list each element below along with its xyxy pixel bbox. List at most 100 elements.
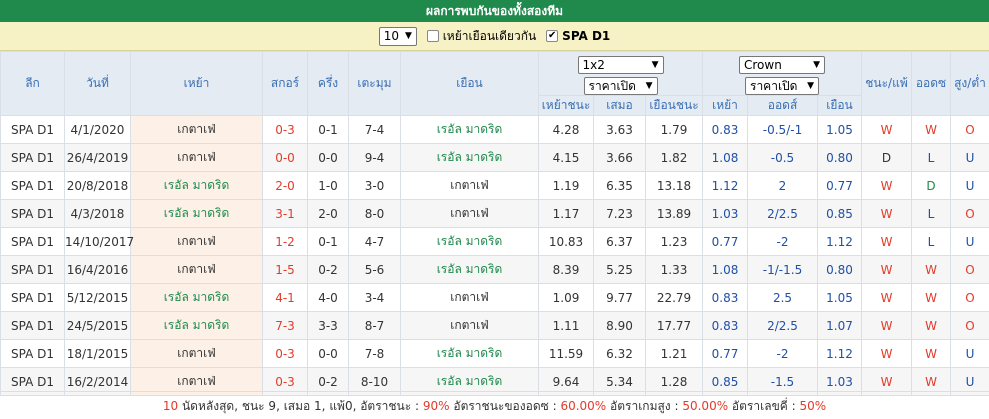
summary-win-rate: 90% <box>422 399 450 413</box>
cell-ah-home: 1.03 <box>702 199 748 228</box>
cell-score[interactable]: 7-3 <box>262 311 308 340</box>
cell-ah-odds: 2/2.5 <box>747 311 818 340</box>
cell-score[interactable]: 1-2 <box>262 227 308 256</box>
summary-odds-rate: 60.00% <box>560 399 607 413</box>
cell-home[interactable]: เรอัล มาดริด <box>130 199 263 228</box>
ah-bookmaker-select[interactable]: Crown ▼ <box>739 56 825 74</box>
match-count-select[interactable]: 10 ▼ <box>378 26 417 46</box>
cell-odds-away-win: 1.82 <box>645 143 703 172</box>
cell-score[interactable]: 3-1 <box>262 199 308 228</box>
ah-group-header: Crown ▼ ราคาเปิด ▼ <box>702 51 862 96</box>
summary-count: 10 <box>162 399 179 413</box>
chevron-down-icon: ▼ <box>807 81 814 91</box>
summary-odd-rate: 50% <box>799 399 827 413</box>
cell-ah-odds: -0.5 <box>747 143 818 172</box>
cell-league: SPA D1 <box>0 143 65 172</box>
cell-odds-away-win: 17.77 <box>645 311 703 340</box>
cell-away[interactable]: เรอัล มาดริด <box>400 143 539 172</box>
cell-ah-odds: -0.5/-1 <box>747 115 818 144</box>
cell-odds-draw: 8.90 <box>593 311 646 340</box>
col-over-under: สูง/ต่ำ <box>950 51 989 116</box>
cell-ah-odds: -1/-1.5 <box>747 255 818 284</box>
col-league: ลีก <box>0 51 65 116</box>
cell-odds-away-win: 1.23 <box>645 227 703 256</box>
cell-home[interactable]: เกตาเฟ่ <box>130 143 263 172</box>
cell-away[interactable]: เกตาเฟ่ <box>400 283 539 312</box>
cell-ah-home: 1.08 <box>702 255 748 284</box>
cell-odds-home-win: 1.09 <box>538 283 594 312</box>
cell-ah-home: 0.83 <box>702 115 748 144</box>
cell-home[interactable]: เกตาเฟ่ <box>130 227 263 256</box>
cell-away[interactable]: เกตาเฟ่ <box>400 171 539 200</box>
cell-score[interactable]: 2-0 <box>262 171 308 200</box>
cell-odds-draw: 3.66 <box>593 143 646 172</box>
cell-score[interactable]: 0-0 <box>262 143 308 172</box>
same-home-away-toggle[interactable]: เหย้าเยือนเดียวกัน <box>426 27 536 46</box>
cell-half: 0-1 <box>307 227 349 256</box>
cell-home[interactable]: เรอัล มาดริด <box>130 171 263 200</box>
ah-price-select[interactable]: ราคาเปิด ▼ <box>745 77 819 95</box>
odds-type-value: 1x2 <box>582 58 605 72</box>
cell-corner: 8-7 <box>348 311 401 340</box>
table-row: SPA D1 24/5/2015 เรอัล มาดริด 7-3 3-3 8-7 เกตา… <box>0 311 989 340</box>
cell-ah-odds: -2 <box>747 227 818 256</box>
checkbox-icon[interactable] <box>426 30 439 42</box>
cell-odds-draw: 3.63 <box>593 115 646 144</box>
cell-odds-home-win: 4.15 <box>538 143 594 172</box>
odds-group-header: 1x2 ▼ ราคาเปิด ▼ <box>538 51 703 96</box>
cell-ah-away: 0.77 <box>817 171 862 200</box>
cell-league: SPA D1 <box>0 311 65 340</box>
cell-away[interactable]: เกตาเฟ่ <box>400 311 539 340</box>
cell-odds-draw: 6.32 <box>593 339 646 368</box>
cell-corner: 7-4 <box>348 115 401 144</box>
summary-text-3: อัตราเกมสูง : <box>606 399 683 413</box>
cell-corner: 3-4 <box>348 283 401 312</box>
cell-score[interactable]: 0-3 <box>262 339 308 368</box>
cell-ah-away: 1.05 <box>817 115 862 144</box>
chevron-down-icon: ▼ <box>651 60 659 70</box>
cell-over-under: O <box>950 255 989 284</box>
cell-odds-away-win: 13.89 <box>645 199 703 228</box>
cell-ah-home: 1.08 <box>702 143 748 172</box>
cell-away[interactable]: เรอัล มาดริด <box>400 255 539 284</box>
cell-score[interactable]: 0-3 <box>262 115 308 144</box>
odds-type-select[interactable]: 1x2 ▼ <box>577 56 664 74</box>
cell-win-lose: W <box>861 171 912 200</box>
cell-date: 20/8/2018 <box>64 171 131 200</box>
table-row: SPA D1 4/3/2018 เรอัล มาดริด 3-1 2-0 8-0 เกตาเ… <box>0 199 989 228</box>
col-away: เยือน <box>400 51 539 116</box>
table-row: SPA D1 16/4/2016 เกตาเฟ่ 1-5 0-2 5-6 เรอัล มาด… <box>0 255 989 284</box>
cell-date: 18/1/2015 <box>64 339 131 368</box>
col-odds-away-win: เยือนชนะ <box>645 95 703 116</box>
cell-away[interactable]: เรอัล มาดริด <box>400 339 539 368</box>
col-win-lose: ชนะ/แพ้ <box>861 51 912 116</box>
cell-away[interactable]: เรอัล มาดริด <box>400 227 539 256</box>
h2h-table: ลีก วันที่ เหย้า สกอร์ ครึ่ง เตะมุม เยือ… <box>0 51 989 396</box>
cell-score[interactable]: 1-5 <box>262 255 308 284</box>
cell-odds-draw: 9.77 <box>593 283 646 312</box>
cell-ah-home: 0.77 <box>702 339 748 368</box>
cell-ah-home: 0.83 <box>702 283 748 312</box>
table-body: SPA D1 4/1/2020 เกตาเฟ่ 0-3 0-1 7-4 เรอัล มาดร… <box>0 115 989 396</box>
cell-home[interactable]: เกตาเฟ่ <box>130 339 263 368</box>
col-ah-odds: ออดส์ <box>747 95 818 116</box>
cell-away[interactable]: เรอัล มาดริด <box>400 115 539 144</box>
table-row: SPA D1 20/8/2018 เรอัล มาดริด 2-0 1-0 3-0 เกตา… <box>0 171 989 200</box>
cell-half: 3-3 <box>307 311 349 340</box>
league-filter-toggle[interactable]: ✔ SPA D1 <box>546 29 610 43</box>
cell-home[interactable]: เรอัล มาดริด <box>130 311 263 340</box>
cell-odds-result: L <box>911 227 951 256</box>
table-row: SPA D1 5/12/2015 เรอัล มาดริด 4-1 4-0 3-4 เกตา… <box>0 283 989 312</box>
odds-price-select[interactable]: ราคาเปิด ▼ <box>583 77 658 95</box>
cell-score[interactable]: 4-1 <box>262 283 308 312</box>
cell-home[interactable]: เรอัล มาดริด <box>130 283 263 312</box>
cell-home[interactable]: เกตาเฟ่ <box>130 255 263 284</box>
cell-home[interactable]: เกตาเฟ่ <box>130 115 263 144</box>
cell-win-lose: W <box>861 227 912 256</box>
cell-corner: 7-8 <box>348 339 401 368</box>
checkmark-icon[interactable]: ✔ <box>546 30 559 42</box>
cell-odds-home-win: 11.59 <box>538 339 594 368</box>
cell-win-lose: W <box>861 199 912 228</box>
cell-away[interactable]: เกตาเฟ่ <box>400 199 539 228</box>
col-date: วันที่ <box>64 51 131 116</box>
